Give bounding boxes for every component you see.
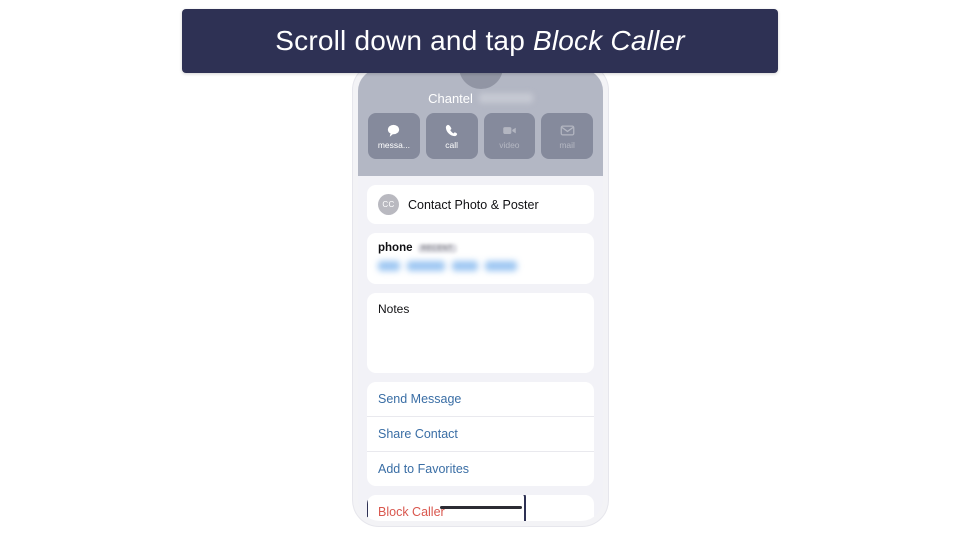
- instruction-prefix: Scroll down and tap: [275, 25, 533, 56]
- message-icon: [386, 123, 401, 138]
- phone-label-row: phone RECENT: [378, 242, 583, 254]
- phone-number-part: [407, 261, 445, 271]
- action-button-message[interactable]: messa...: [368, 113, 420, 159]
- contact-name: Chantel: [358, 91, 603, 106]
- phone-number-part: [378, 261, 400, 271]
- contact-detail-list: CC Contact Photo & Poster phone RECENT N…: [358, 176, 603, 521]
- phone-icon: [444, 123, 459, 138]
- action-button-mail-label: mail: [559, 140, 575, 150]
- action-button-message-label: messa...: [377, 140, 410, 150]
- notes-card[interactable]: Notes: [367, 293, 594, 373]
- contact-action-buttons: messa... call video mail: [368, 113, 593, 159]
- contact-header: Chantel messa... call video mail: [358, 69, 603, 176]
- phone-label: phone: [378, 242, 413, 254]
- home-indicator: [439, 506, 522, 509]
- contact-photo-badge: CC: [378, 194, 399, 215]
- contact-photo-card[interactable]: CC Contact Photo & Poster: [367, 185, 594, 224]
- phone-number-part: [485, 261, 517, 271]
- video-icon: [502, 123, 517, 138]
- add-to-favorites-row[interactable]: Add to Favorites: [367, 451, 594, 486]
- notes-label: Notes: [378, 302, 410, 316]
- recent-badge: RECENT: [417, 243, 457, 253]
- phone-number-part: [452, 261, 478, 271]
- action-button-video-label: video: [499, 140, 520, 150]
- instruction-banner-text: Scroll down and tap Block Caller: [275, 25, 685, 57]
- phone-number-redacted[interactable]: [378, 261, 583, 271]
- action-button-video[interactable]: video: [483, 113, 536, 159]
- contact-actions-card: Send Message Share Contact Add to Favori…: [367, 382, 594, 486]
- action-button-call[interactable]: call: [425, 113, 478, 159]
- instruction-banner: Scroll down and tap Block Caller: [182, 9, 778, 73]
- action-button-call-label: call: [445, 140, 458, 150]
- contact-first-name: Chantel: [428, 91, 473, 106]
- action-button-mail[interactable]: mail: [541, 113, 593, 159]
- phone-card[interactable]: phone RECENT: [367, 233, 594, 284]
- phone-frame: Chantel messa... call video mail CC Cont…: [353, 64, 608, 526]
- instruction-emphasis: Block Caller: [532, 25, 685, 56]
- mail-icon: [560, 123, 575, 138]
- phone-screen: Chantel messa... call video mail CC Cont…: [358, 69, 603, 521]
- send-message-row[interactable]: Send Message: [367, 382, 594, 416]
- share-contact-row[interactable]: Share Contact: [367, 416, 594, 451]
- contact-last-name-redacted: [478, 93, 533, 103]
- contact-photo-label: Contact Photo & Poster: [408, 197, 539, 212]
- contact-photo-row[interactable]: CC Contact Photo & Poster: [367, 185, 594, 224]
